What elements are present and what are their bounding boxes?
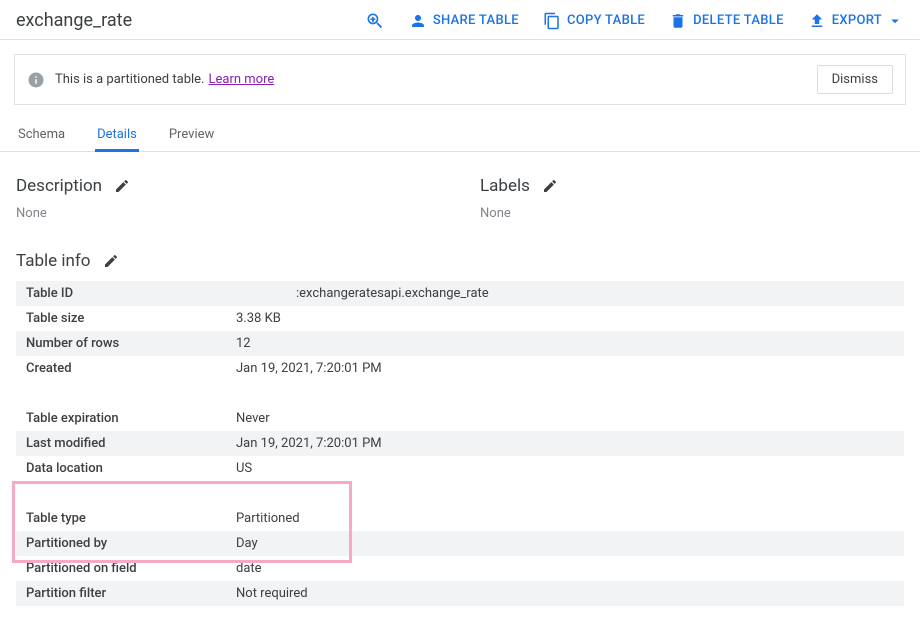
query-icon (365, 11, 385, 31)
key-data-location: Data location (16, 456, 226, 481)
val-last-modified: Jan 19, 2021, 7:20:01 PM (226, 431, 904, 456)
edit-table-info-button[interactable] (103, 253, 119, 269)
header-bar: exchange_rate SHARE TABLE COPY TABLE DEL… (0, 0, 920, 40)
share-table-button[interactable]: SHARE TABLE (409, 12, 519, 30)
key-table-type: Table type (16, 506, 226, 531)
copy-label: COPY TABLE (567, 13, 645, 28)
dismiss-button[interactable]: Dismiss (817, 65, 893, 94)
key-partition-filter: Partition filter (16, 581, 226, 606)
copy-icon (543, 12, 561, 30)
key-partitioned-on: Partitioned on field (16, 556, 226, 581)
table-info-section: Table info Table ID :exchangeratesapi.ex… (16, 251, 904, 606)
info-icon (27, 71, 45, 89)
val-table-id: :exchangeratesapi.exchange_rate (226, 281, 904, 306)
key-expiration: Table expiration (16, 406, 226, 431)
query-table-button[interactable] (365, 11, 385, 31)
key-last-modified: Last modified (16, 431, 226, 456)
row-partition-filter: Partition filter Not required (16, 581, 904, 606)
val-created: Jan 19, 2021, 7:20:01 PM (226, 356, 904, 381)
labels-value: None (480, 206, 904, 221)
val-partition-filter: Not required (226, 581, 904, 606)
details-content: Description None Labels None Table info … (0, 152, 920, 606)
page-title: exchange_rate (16, 10, 132, 31)
tab-details[interactable]: Details (95, 119, 139, 151)
share-label: SHARE TABLE (433, 13, 519, 28)
chevron-down-icon (886, 12, 904, 30)
delete-icon (669, 12, 687, 30)
key-partitioned-by: Partitioned by (16, 531, 226, 556)
key-num-rows: Number of rows (16, 331, 226, 356)
row-partitioned-on: Partitioned on field date (16, 556, 904, 581)
key-table-id: Table ID (16, 281, 226, 306)
val-partitioned-by: Day (226, 531, 904, 556)
description-heading: Description (16, 176, 102, 196)
tab-bar: Schema Details Preview (0, 119, 920, 152)
val-table-size: 3.38 KB (226, 306, 904, 331)
share-icon (409, 12, 427, 30)
edit-description-button[interactable] (114, 178, 130, 194)
key-created: Created (16, 356, 226, 381)
row-last-modified: Last modified Jan 19, 2021, 7:20:01 PM (16, 431, 904, 456)
tab-schema[interactable]: Schema (16, 119, 67, 151)
val-expiration: Never (226, 406, 904, 431)
notice-text: This is a partitioned table. (55, 72, 204, 87)
key-table-size: Table size (16, 306, 226, 331)
row-num-rows: Number of rows 12 (16, 331, 904, 356)
row-partitioned-by: Partitioned by Day (16, 531, 904, 556)
labels-heading: Labels (480, 176, 530, 196)
table-info-heading: Table info (16, 251, 91, 271)
row-table-type: Table type Partitioned (16, 506, 904, 531)
delete-table-button[interactable]: DELETE TABLE (669, 12, 784, 30)
table-info-table: Table ID :exchangeratesapi.exchange_rate… (16, 281, 904, 606)
row-expiration: Table expiration Never (16, 406, 904, 431)
copy-table-button[interactable]: COPY TABLE (543, 12, 645, 30)
export-label: EXPORT (832, 13, 882, 28)
export-button[interactable]: EXPORT (808, 12, 904, 30)
val-data-location: US (226, 456, 904, 481)
row-created: Created Jan 19, 2021, 7:20:01 PM (16, 356, 904, 381)
description-section: Description None (16, 176, 440, 221)
partition-notice: This is a partitioned table. Learn more … (14, 54, 906, 105)
toolbar: SHARE TABLE COPY TABLE DELETE TABLE EXPO… (365, 11, 904, 31)
description-value: None (16, 206, 440, 221)
row-data-location: Data location US (16, 456, 904, 481)
labels-section: Labels None (480, 176, 904, 221)
row-table-size: Table size 3.38 KB (16, 306, 904, 331)
export-icon (808, 12, 826, 30)
val-table-type: Partitioned (226, 506, 904, 531)
tab-preview[interactable]: Preview (167, 119, 216, 151)
row-table-id: Table ID :exchangeratesapi.exchange_rate (16, 281, 904, 306)
val-partitioned-on: date (226, 556, 904, 581)
delete-label: DELETE TABLE (693, 13, 784, 28)
learn-more-link[interactable]: Learn more (208, 72, 274, 87)
val-num-rows: 12 (226, 331, 904, 356)
edit-labels-button[interactable] (542, 178, 558, 194)
